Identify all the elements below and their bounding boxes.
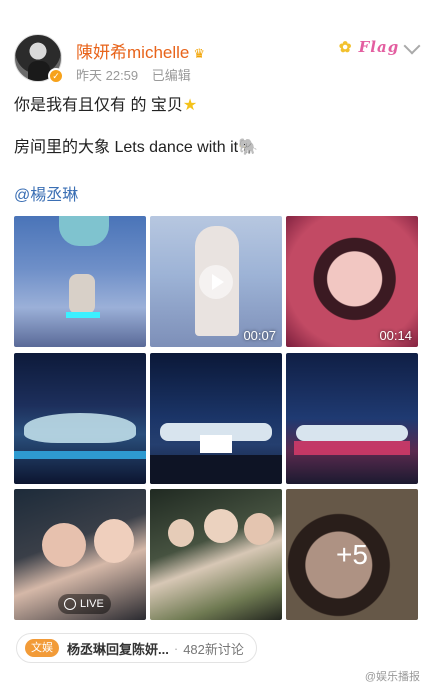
video-2[interactable]: 00:14 (286, 216, 418, 347)
topic-count: 482新讨论 (183, 641, 244, 657)
photo-1[interactable] (14, 216, 146, 347)
video-duration: 00:07 (243, 328, 276, 343)
elephant-icon: 🐘 (238, 139, 258, 156)
video-duration: 00:14 (379, 328, 412, 343)
username[interactable]: 陳妍希michelle ♛ (76, 38, 205, 63)
photo-4[interactable] (14, 353, 146, 484)
mention-link[interactable]: @楊丞琳 (14, 184, 78, 208)
live-icon[interactable]: LIVE (58, 594, 111, 614)
live-photo[interactable]: LIVE (14, 489, 146, 620)
post-line-2: 房间里的大象 Lets dance with it🐘 (14, 139, 258, 156)
edited-label[interactable]: 已编辑 (152, 68, 191, 83)
flag-sticker: ✿ Flag (338, 38, 400, 56)
star-icon: ★ (182, 97, 198, 114)
watermark: @娱乐播报 (364, 671, 420, 683)
topic-title: 杨丞琳回复陈妍... (67, 641, 169, 657)
photo-5[interactable] (150, 353, 282, 484)
photo-9-more[interactable]: +5 (286, 489, 418, 620)
topic-chip[interactable]: 文娱 杨丞琳回复陈妍... · 482新讨论 (16, 633, 257, 663)
play-icon[interactable] (199, 264, 233, 299)
chevron-down-icon[interactable] (403, 37, 421, 55)
video-1[interactable]: 00:07 (150, 216, 282, 347)
verified-icon: ✓ (48, 68, 64, 84)
post-meta: 昨天 22:59 已编辑 (76, 65, 201, 84)
topic-tag: 文娱 (25, 639, 59, 657)
photo-6[interactable] (286, 353, 418, 484)
post-time: 昨天 22:59 (76, 68, 139, 83)
post-header: ✓ 陳妍希michelle ♛ 昨天 22:59 已编辑 ✿ Flag (14, 34, 421, 86)
topic-separator: · (173, 640, 179, 656)
media-grid: 00:07 00:14 LIVE +5 (14, 216, 418, 621)
photo-8[interactable] (150, 489, 282, 620)
post-line-1: 你是我有且仅有 的 宝贝★ (14, 97, 198, 114)
crown-icon: ♛ (193, 46, 206, 61)
more-photos-count[interactable]: +5 (286, 489, 418, 620)
